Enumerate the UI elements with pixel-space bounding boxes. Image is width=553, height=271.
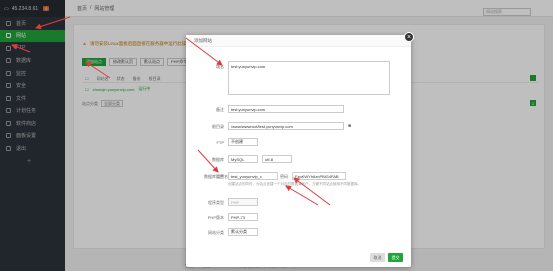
php-version-select[interactable]: PHP-73 [228, 213, 258, 221]
database-label: 数据库 [212, 157, 224, 162]
db-hint: 创建站点的同时，为站点创建一个对应的数据库帐户，方便不同站点使用不同数据库。 [228, 182, 361, 186]
domain-label: 域名 [216, 64, 224, 69]
db-user-label: 用户名 [216, 174, 228, 179]
program-type-select[interactable]: PHP [228, 198, 258, 206]
modal-buttons: 取消 提交 [370, 253, 403, 262]
db-type-select[interactable]: MySQL [228, 155, 258, 163]
db-user-input[interactable]: test_yunyunvip_c [228, 172, 278, 180]
add-site-modal: 添加网站 × 域名 test.yunyunvip.com 备注 test.yun… [186, 32, 414, 267]
program-type-label: 程序类型 [208, 200, 224, 205]
db-pass-input[interactable]: FzpKWYh6znPBiG4FAB [292, 172, 346, 180]
submit-button[interactable]: 提交 [388, 253, 403, 262]
domain-textarea[interactable]: test.yunyunvip.com [228, 61, 390, 95]
php-version-label: PHP版本 [207, 215, 224, 220]
folder-icon[interactable]: ■ [348, 123, 351, 129]
note-input[interactable]: test.yunyunvip.com [228, 105, 344, 113]
modal-title: 添加网站 [186, 35, 411, 47]
root-input[interactable]: /www/wwwroot/test.yunyunvip.com [228, 122, 344, 130]
cancel-button[interactable]: 取消 [370, 253, 385, 262]
ftp-select[interactable]: 不创建 [228, 138, 258, 146]
db-charset-select[interactable]: utf-8 [262, 155, 292, 163]
ftp-label: FTP [216, 140, 224, 145]
category-label: 网站分类 [208, 230, 224, 235]
root-label: 根目录 [212, 124, 224, 129]
db-pass-label: 密码 [280, 174, 288, 179]
category-select[interactable]: 默认分类 [228, 228, 258, 236]
note-label: 备注 [216, 107, 224, 112]
close-icon[interactable]: × [404, 32, 414, 42]
